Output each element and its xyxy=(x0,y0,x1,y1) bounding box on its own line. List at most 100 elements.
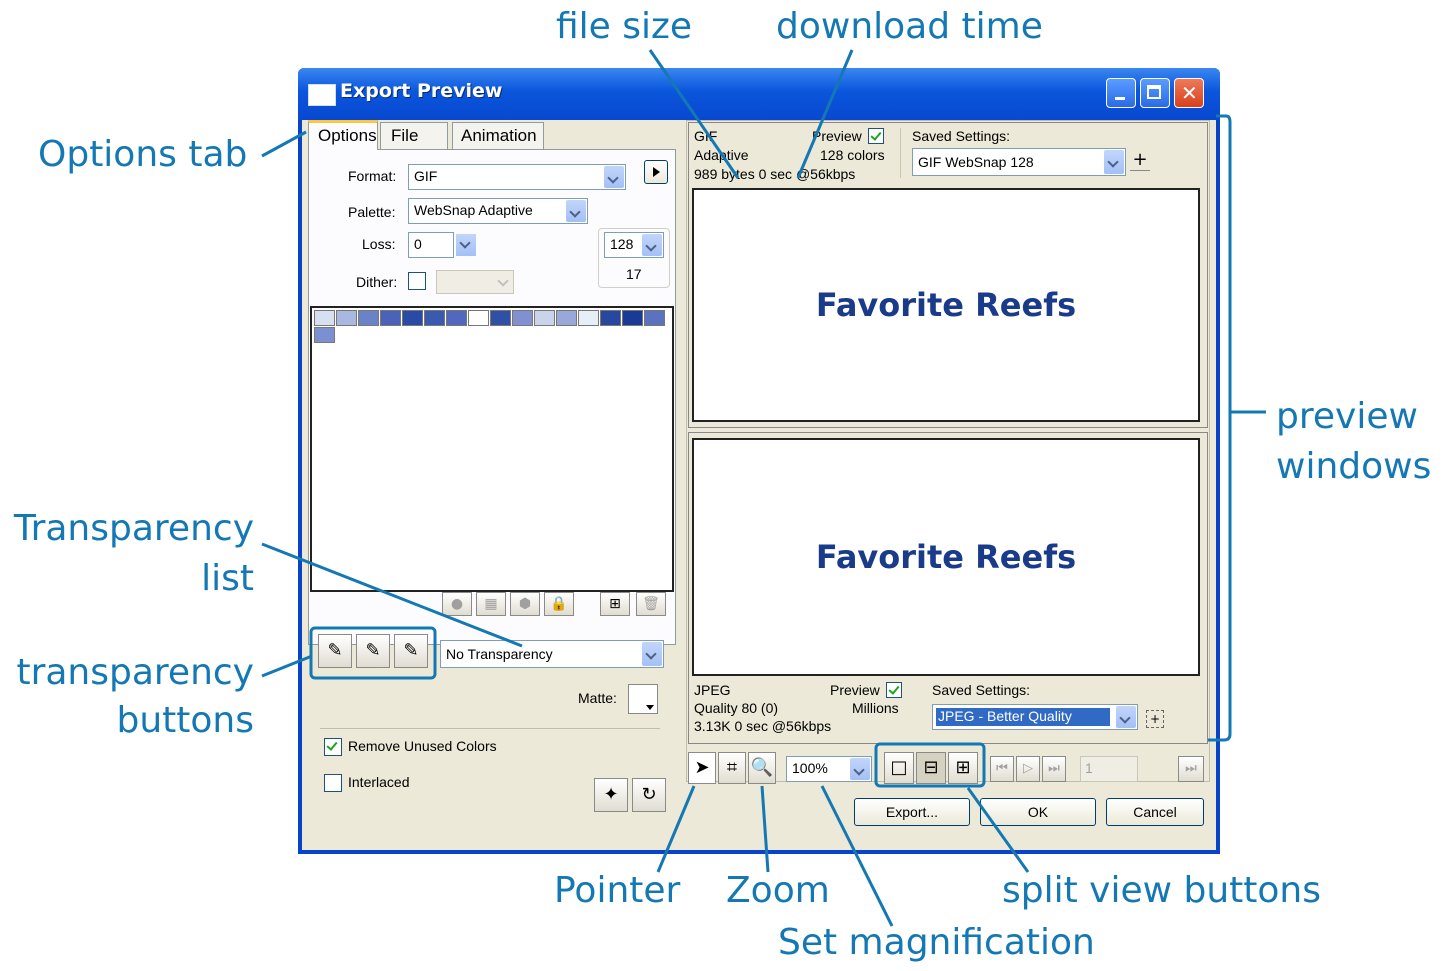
annotation-preview-windows-1: preview xyxy=(1276,396,1418,437)
dither-checkbox[interactable] xyxy=(408,272,426,290)
tab-options[interactable]: Options xyxy=(308,120,378,150)
tab-file[interactable]: File xyxy=(380,122,448,150)
delete-color-icon[interactable]: 🗑 xyxy=(636,592,666,616)
color-swatch[interactable] xyxy=(490,310,511,326)
swatch-grid[interactable] xyxy=(314,310,670,346)
dither-amount-select[interactable] xyxy=(436,270,514,294)
ok-button[interactable]: OK xyxy=(980,798,1096,826)
preview1-checkbox[interactable] xyxy=(868,128,884,144)
interlaced-checkbox[interactable] xyxy=(324,774,342,792)
color-swatch[interactable] xyxy=(424,310,445,326)
annotation-download-time: download time xyxy=(776,6,1043,47)
optimize-wizard-icon[interactable]: ✦ xyxy=(594,778,628,812)
color-swatch[interactable] xyxy=(336,310,357,326)
first-frame-icon[interactable]: ⏮ xyxy=(990,756,1014,782)
chevron-down-icon xyxy=(642,234,662,256)
annotation-pointer: Pointer xyxy=(554,870,681,911)
add-color-icon[interactable]: ⊞ xyxy=(600,592,630,616)
preview-image-1[interactable]: Favorite Reefs xyxy=(692,188,1200,422)
crop-tool-icon[interactable]: ⌗ xyxy=(718,752,746,784)
title-bar[interactable]: Export Preview ✕ xyxy=(298,68,1220,120)
collapse-panel-icon[interactable]: ⏭ xyxy=(1178,756,1204,782)
play-icon[interactable]: ▷ xyxy=(1016,756,1040,782)
loss-slider-button[interactable] xyxy=(456,234,476,256)
maximize-button[interactable] xyxy=(1140,78,1170,108)
divider xyxy=(320,728,660,729)
chevron-down-icon xyxy=(1116,706,1136,728)
lock-color-icon[interactable]: 🔒 xyxy=(544,592,574,616)
color-swatch[interactable] xyxy=(314,310,335,326)
pointer-tool-icon[interactable]: ➤ xyxy=(688,752,716,784)
color-swatch[interactable] xyxy=(534,310,555,326)
magnification-select[interactable]: 100% xyxy=(786,756,872,782)
window-title: Export Preview xyxy=(340,80,503,102)
annotation-preview-windows-2: windows xyxy=(1276,446,1432,487)
matte-color-well[interactable] xyxy=(628,684,658,714)
close-button[interactable]: ✕ xyxy=(1174,78,1204,108)
color-swatch[interactable] xyxy=(314,327,335,343)
tab-animation[interactable]: Animation xyxy=(452,122,544,150)
transparency-select[interactable]: No Transparency xyxy=(440,640,664,668)
file-size-readout: 989 bytes 0 sec @56kbps xyxy=(694,166,856,182)
color-swatch[interactable] xyxy=(556,310,577,326)
saved-settings-select-1[interactable]: GIF WebSnap 128 xyxy=(912,148,1126,176)
select-transparent-eyedropper-icon[interactable]: ✎ xyxy=(318,634,352,668)
chevron-down-icon xyxy=(1104,150,1124,174)
chevron-down-icon xyxy=(642,642,662,666)
annotation-split-view: split view buttons xyxy=(1002,870,1322,911)
add-saved-setting-icon[interactable]: + xyxy=(1146,710,1164,728)
color-table[interactable] xyxy=(310,306,674,592)
color-swatch[interactable] xyxy=(468,310,489,326)
color-swatch[interactable] xyxy=(578,310,599,326)
preview2-checkbox[interactable] xyxy=(886,682,902,698)
format-select[interactable]: GIF xyxy=(408,164,626,190)
color-swatch[interactable] xyxy=(622,310,643,326)
edit-color-icon[interactable]: ● xyxy=(442,592,472,616)
snap-web-safe-icon[interactable]: ⬢ xyxy=(510,592,540,616)
export-button[interactable]: Export... xyxy=(854,798,970,826)
last-frame-icon[interactable]: ⏭ xyxy=(1042,756,1066,782)
color-swatch[interactable] xyxy=(446,310,467,326)
color-swatch[interactable] xyxy=(644,310,665,326)
color-swatch[interactable] xyxy=(380,310,401,326)
add-transparency-eyedropper-icon[interactable]: ✎ xyxy=(356,634,390,668)
four-up-view-icon[interactable]: ⊞ xyxy=(948,752,978,784)
window-icon xyxy=(308,84,336,106)
chevron-down-icon xyxy=(566,200,586,222)
color-swatch[interactable] xyxy=(600,310,621,326)
two-up-view-icon[interactable]: ⊟ xyxy=(916,752,946,784)
chevron-down-icon xyxy=(850,758,870,780)
minimize-button[interactable] xyxy=(1106,78,1136,108)
options-menu-button[interactable] xyxy=(644,160,668,184)
color-swatch[interactable] xyxy=(512,310,533,326)
divider xyxy=(900,128,901,178)
annotation-transparency-list-2: list xyxy=(201,558,254,599)
cancel-button[interactable]: Cancel xyxy=(1106,798,1204,826)
optimize-to-size-icon[interactable]: ↻ xyxy=(632,778,666,812)
add-saved-setting-icon[interactable]: + xyxy=(1130,150,1150,171)
transparent-color-icon[interactable]: ▦ xyxy=(476,592,506,616)
annotation-set-magnification: Set magnification xyxy=(778,922,1095,963)
zoom-tool-icon[interactable]: 🔍 xyxy=(748,752,776,784)
colors-in-palette: 17 xyxy=(626,266,642,282)
annotation-file-size: file size xyxy=(556,6,693,47)
single-view-icon[interactable]: □ xyxy=(884,752,914,784)
frame-select[interactable]: 1 xyxy=(1080,756,1138,782)
chevron-down-icon xyxy=(604,166,624,188)
loss-input[interactable]: 0 xyxy=(408,232,454,258)
annotation-zoom: Zoom xyxy=(726,870,830,911)
annotation-options-tab: Options tab xyxy=(38,134,248,175)
saved-settings-select-2[interactable]: JPEG - Better Quality xyxy=(932,704,1138,730)
preview-image-2[interactable]: Favorite Reefs xyxy=(692,438,1200,676)
palette-select[interactable]: WebSnap Adaptive xyxy=(408,198,588,224)
annotation-transparency-list-1: Transparency xyxy=(13,508,254,549)
dialog-client: Options File Animation Format: GIF Palet… xyxy=(302,120,1216,850)
remove-unused-colors-checkbox[interactable] xyxy=(324,738,342,756)
annotation-transparency-buttons-2: buttons xyxy=(116,700,255,741)
export-preview-window: Export Preview ✕ Options File Animation … xyxy=(298,68,1220,854)
color-swatch[interactable] xyxy=(358,310,379,326)
annotation-transparency-buttons-1: transparency xyxy=(16,652,254,693)
color-swatch[interactable] xyxy=(402,310,423,326)
remove-transparency-eyedropper-icon[interactable]: ✎ xyxy=(394,634,428,668)
max-colors-select[interactable]: 128 xyxy=(604,232,664,258)
